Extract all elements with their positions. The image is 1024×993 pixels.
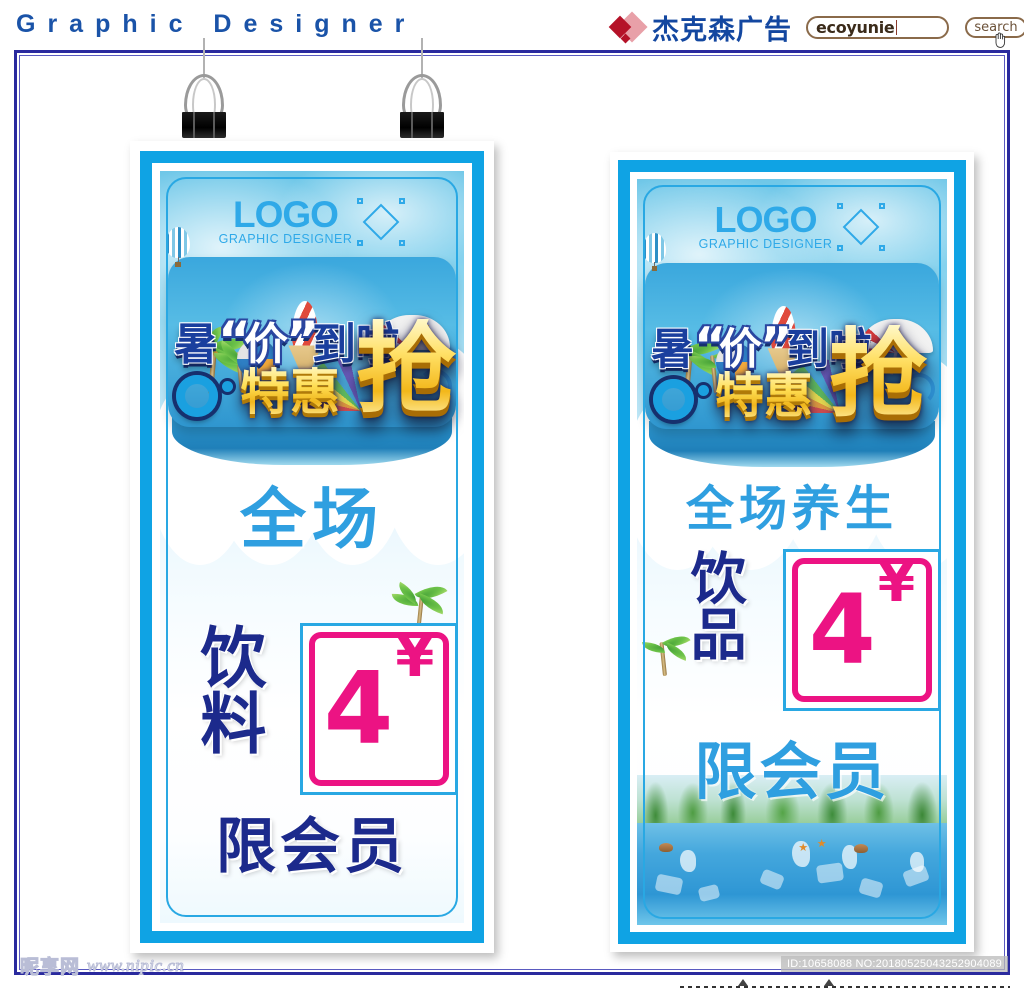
- search-input-value: ecoyunie: [816, 18, 895, 37]
- water-surface: [637, 823, 947, 925]
- poster-logo: LOGO GRAPHIC DESIGNER: [160, 194, 464, 247]
- poster-left[interactable]: LOGO GRAPHIC DESIGNER 暑 “ 价 ” 特惠 抢 全场 饮料…: [130, 141, 494, 953]
- shell-icon: [658, 842, 673, 852]
- headline-line1-char2: 价: [244, 319, 288, 370]
- decor-circle-icon: [653, 379, 694, 420]
- price-box: 4 ¥: [300, 623, 458, 795]
- poster-logo-subtitle: GRAPHIC DESIGNER: [218, 232, 353, 247]
- poster-footer-text: 限会员: [216, 812, 408, 882]
- starfish-icon: ★: [798, 842, 809, 854]
- poster-category: 饮品: [681, 549, 747, 661]
- headline-line2: 特惠: [715, 367, 814, 424]
- brand-group: 杰克森广告 ecoyunie search: [608, 8, 1024, 48]
- headline-grab: 抢: [829, 317, 928, 431]
- poster-subhead: 全场养生: [685, 481, 899, 537]
- starfish-icon: ★: [816, 837, 827, 850]
- watermark-site-name: 昵享网: [19, 956, 81, 979]
- diamond-outline-icon: [837, 203, 886, 252]
- decor-circle-icon: [176, 375, 218, 417]
- headline-line1-char1: 暑: [174, 319, 218, 370]
- watermark: 昵享网 www.nipic.cn: [19, 952, 185, 979]
- marker-triangle-icon: [824, 979, 834, 986]
- bottom-dashed-rule: [680, 986, 1010, 988]
- price-number: 4: [808, 573, 876, 686]
- headline-line1-char2: 价: [719, 325, 762, 375]
- poster-logo: LOGO GRAPHIC DESIGNER: [637, 199, 947, 252]
- price-number: 4: [323, 650, 394, 767]
- poster-logo-subtitle: GRAPHIC DESIGNER: [698, 237, 833, 252]
- brand-name: 杰克森广告: [652, 15, 792, 46]
- price-currency-icon: ¥: [395, 625, 435, 691]
- binder-clip-icon: [176, 38, 232, 138]
- poster-logo-title: LOGO: [233, 194, 339, 235]
- price-currency-icon: ¥: [877, 550, 916, 614]
- poster-category: 饮料: [189, 623, 267, 755]
- marker-triangle-icon: [738, 979, 748, 986]
- poster-artwork: LOGO GRAPHIC DESIGNER: [160, 171, 464, 923]
- decor-dot-icon: [698, 385, 709, 396]
- page-title: Graphic Designer: [16, 10, 417, 38]
- image-id-badge: ID:10658088 NO:20180525043252904089: [781, 956, 1008, 972]
- diamond-outline-icon: [357, 197, 406, 246]
- hand-cursor-icon: [995, 32, 1006, 48]
- top-header-bar: Graphic Designer 杰克森广告 ecoyunie search: [0, 0, 1024, 48]
- headline-line1-char1: 暑: [651, 325, 694, 375]
- poster-subhead: 全场: [240, 481, 384, 558]
- binder-clip-icon: [394, 38, 450, 138]
- search-button[interactable]: search: [965, 17, 1024, 48]
- search-input[interactable]: ecoyunie: [806, 16, 949, 39]
- text-caret: [896, 20, 898, 35]
- decor-dot-icon: [222, 381, 233, 392]
- price-box: 4 ¥: [783, 549, 941, 711]
- poster-artwork: LOGO GRAPHIC DESIGNER: [637, 179, 947, 925]
- shell-icon: [854, 844, 868, 853]
- watermark-url: www.nipic.cn: [87, 955, 185, 975]
- diamond-logo-icon: [608, 10, 648, 45]
- headline-line2: 特惠: [240, 363, 340, 421]
- poster-right[interactable]: LOGO GRAPHIC DESIGNER 暑 “ 价 ” 特惠 抢 全场养生 …: [610, 152, 974, 952]
- headline-grab: 抢: [356, 310, 456, 427]
- poster-footer-text: 限会员: [694, 735, 890, 808]
- poster-logo-title: LOGO: [714, 199, 818, 240]
